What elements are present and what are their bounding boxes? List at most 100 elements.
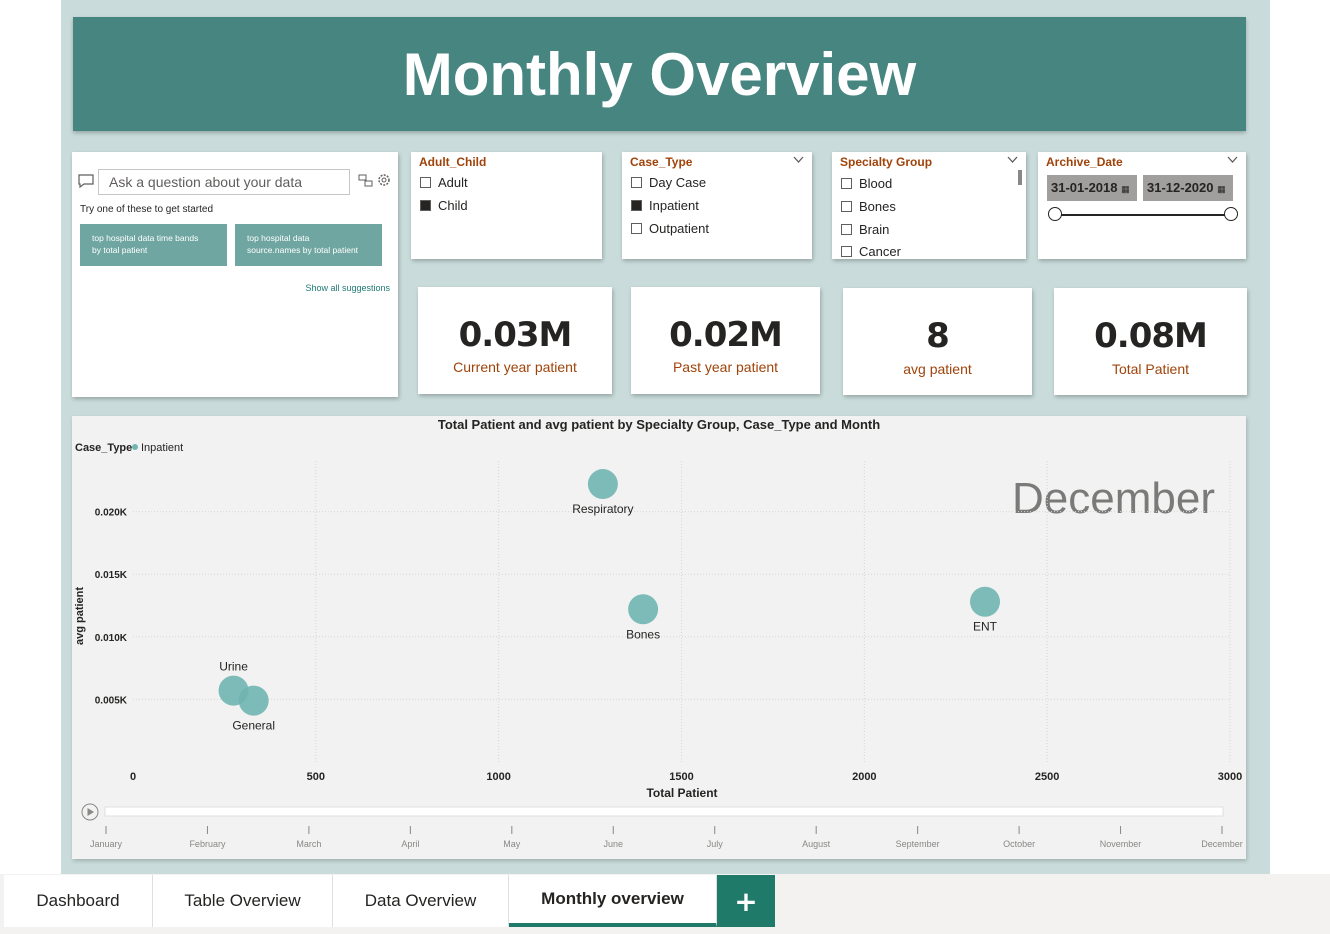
adult-child-slicer: Adult_Child Adult Child [411,152,602,259]
calendar-icon[interactable]: ▦ [1121,184,1130,194]
data-point[interactable] [628,594,659,625]
synonyms-icon[interactable] [358,173,373,192]
scrollbar-thumb[interactable] [1018,170,1022,185]
date-range-start-handle[interactable] [1048,207,1062,221]
y-tick-label: 0.015K [95,570,128,581]
checkbox[interactable] [631,223,642,234]
month-label: December [1201,839,1243,849]
chat-icon [78,174,94,192]
option-label: Cancer [859,244,901,259]
checkbox[interactable] [631,200,642,211]
qna-search-input[interactable]: Ask a question about your data [98,169,350,195]
qna-hint: Try one of these to get started [80,204,214,215]
scatter-chart-svg: Total Patient and avg patient by Special… [74,417,1243,849]
data-label: Respiratory [572,502,633,516]
chevron-down-icon[interactable] [793,154,804,167]
x-tick-label: 2000 [852,771,876,783]
option-label: Child [438,198,468,213]
checkbox[interactable] [420,200,431,211]
date-range-track[interactable] [1056,214,1232,216]
slicer-option-cancer[interactable]: Cancer [841,244,901,259]
checkbox[interactable] [841,224,852,235]
y-tick-label: 0.005K [95,695,128,706]
legend-item[interactable]: Inpatient [141,442,183,454]
y-axis-label: avg patient [74,587,86,645]
play-icon[interactable] [87,808,95,816]
kpi-label: Total Patient [1111,361,1190,377]
tab-dashboard[interactable]: Dashboard [4,875,153,927]
month-label: February [189,839,226,849]
kpi-label: Past year patient [672,359,779,375]
page-title: Monthly Overview [402,40,917,108]
data-points: Respiratory Bones ENT Urine General [218,469,1001,733]
case-type-slicer: Case_Type Day Case Inpatient Outpatient [622,152,812,259]
slicer-option-day-case[interactable]: Day Case [631,175,706,190]
calendar-icon[interactable]: ▦ [1217,184,1226,194]
month-label: January [90,839,123,849]
option-label: Bones [859,199,896,214]
kpi-label: Current year patient [453,359,577,375]
month-label: March [296,839,321,849]
checkbox[interactable] [841,201,852,212]
checkbox[interactable] [631,177,642,188]
option-label: Blood [859,176,893,191]
x-tick-label: 3000 [1218,771,1242,783]
slicer-title: Specialty Group [840,155,933,169]
kpi-card-avg-patient: 8 avg patient [843,288,1032,395]
checkbox[interactable] [420,177,431,188]
data-point[interactable] [587,469,618,500]
play-axis-months: January February March April May June July Augu… [90,826,1243,849]
slicer-title: Case_Type [630,155,693,169]
tab-table-overview[interactable]: Table Overview [153,875,333,927]
data-point[interactable] [970,586,1001,617]
play-axis-track[interactable] [104,806,1224,817]
slicer-title: Adult_Child [419,155,487,169]
suggestion-line: source.names by total patient [247,245,359,255]
title-banner: Monthly Overview [73,17,1246,131]
month-label: September [896,839,940,849]
y-tick-label: 0.020K [95,508,128,519]
x-axis-label: Total Patient [646,786,717,800]
gear-icon[interactable] [376,172,392,192]
axis-ticks: 0 500 1000 1500 2000 2500 3000 0.005K 0.010K 0.01… [95,508,1242,783]
end-date-input[interactable]: 31-12-2020 ▦ [1143,175,1233,201]
y-tick-label: 0.010K [95,633,128,644]
slicer-option-child[interactable]: Child [420,198,468,213]
x-tick-label: 1500 [669,771,693,783]
legend-marker [132,444,138,450]
tab-monthly-overview[interactable]: Monthly overview [509,875,717,927]
x-tick-label: 1000 [486,771,510,783]
chart-title: Total Patient and avg patient by Special… [438,417,880,432]
kpi-card-total-patient: 0.08M Total Patient [1054,288,1247,395]
show-all-suggestions-link[interactable]: Show all suggestions [305,283,390,293]
legend-title: Case_Type [75,442,132,454]
play-axis-value: December [1012,474,1215,523]
slicer-option-outpatient[interactable]: Outpatient [631,221,709,236]
month-label: August [802,839,831,849]
start-date-input[interactable]: 31-01-2018 ▦ [1047,175,1137,201]
slicer-option-blood[interactable]: Blood [841,176,892,191]
chevron-down-icon[interactable] [1007,154,1018,167]
checkbox[interactable] [841,246,852,257]
slicer-option-bones[interactable]: Bones [841,199,896,214]
kpi-label: avg patient [903,361,972,377]
tab-data-overview[interactable]: Data Overview [333,875,509,927]
suggestion-line: top hospital data time bands [92,233,199,243]
slicer-option-adult[interactable]: Adult [420,175,468,190]
data-label: General [232,719,275,733]
chevron-down-icon[interactable] [1227,154,1238,167]
add-page-button[interactable]: + [717,875,775,927]
option-label: Day Case [649,175,707,190]
qna-suggestion-2[interactable]: top hospital data source.names by total … [235,224,382,266]
data-point[interactable] [238,685,269,716]
qna-suggestion-1[interactable]: top hospital data time bands by total pa… [80,224,227,266]
kpi-value: 8 [926,316,950,356]
x-tick-label: 500 [307,771,325,783]
scatter-chart: Total Patient and avg patient by Special… [72,416,1246,859]
slicer-option-inpatient[interactable]: Inpatient [631,198,699,213]
slicer-option-brain[interactable]: Brain [841,222,889,237]
checkbox[interactable] [841,178,852,189]
month-label: July [707,839,724,849]
date-range-end-handle[interactable] [1224,207,1238,221]
kpi-value: 0.03M [458,315,573,355]
